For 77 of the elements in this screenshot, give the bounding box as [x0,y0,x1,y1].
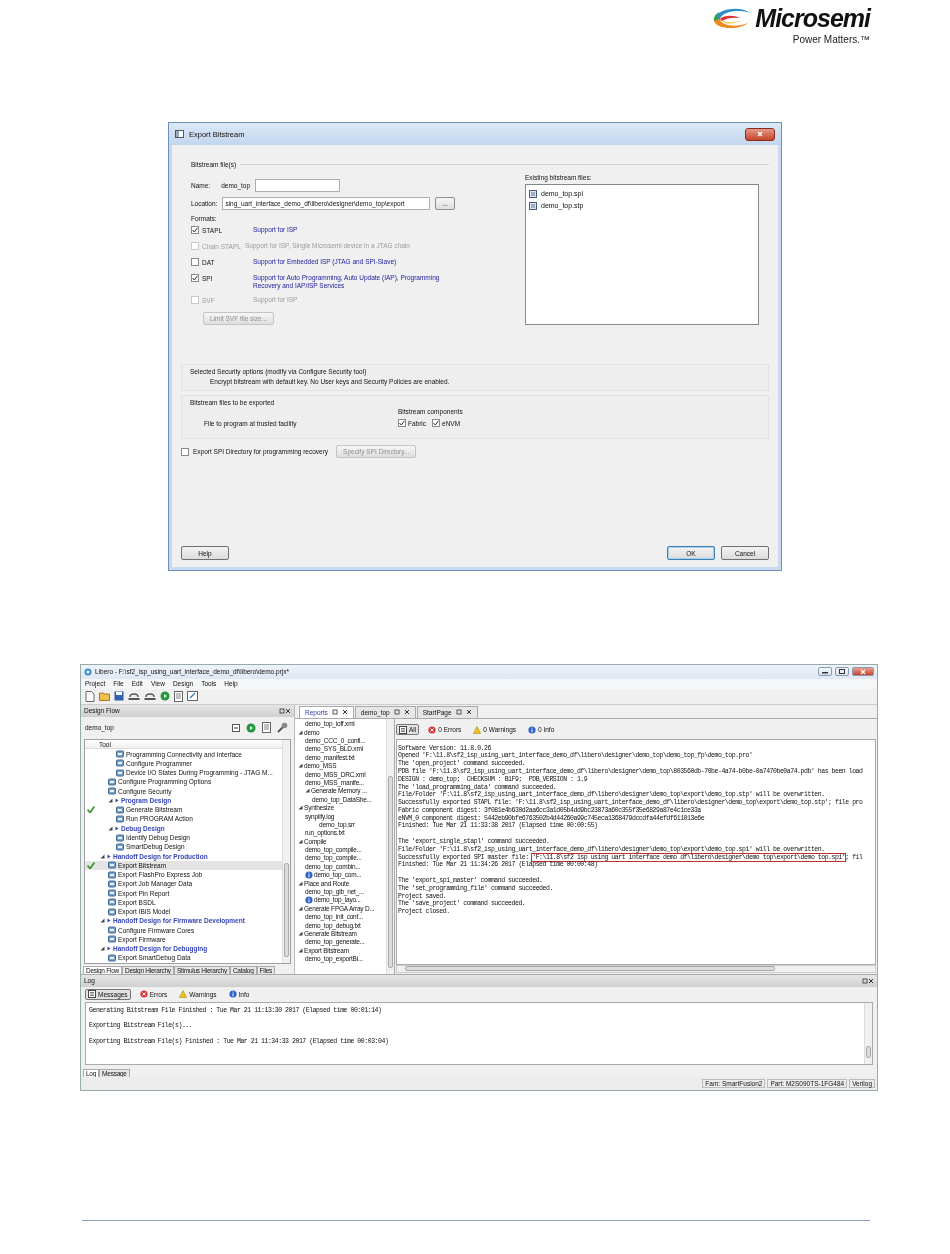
expand-arrow-icon[interactable] [298,880,303,886]
horizontal-scrollbar[interactable] [396,964,876,973]
warning-icon [179,990,188,998]
expand-arrow-icon[interactable] [108,825,113,831]
expand-arrow-icon[interactable] [298,930,303,936]
run-icon [246,722,256,733]
list-icon [88,990,96,998]
close-icon [341,709,348,715]
maximize-icon [839,669,845,675]
triangle-icon [107,918,111,924]
window-icon [175,130,184,138]
close-icon [860,668,866,675]
expand-arrow-icon[interactable] [298,947,303,953]
spi-directory-checkbox[interactable] [181,447,189,456]
redo-icon [144,691,156,702]
expand-arrow-icon[interactable] [100,946,105,952]
file-icon [529,201,537,210]
expand-arrow-icon[interactable] [298,838,303,844]
close-icon [285,707,291,714]
error-icon [428,725,437,734]
format-checkbox[interactable] [191,274,199,282]
folder-icon [99,691,110,702]
window-icon [187,691,198,702]
name-field[interactable] [255,178,341,192]
triangle-icon [115,797,119,803]
component-checkbox[interactable] [432,419,441,427]
wrench-icon [277,722,288,733]
pin-icon [455,709,462,715]
undo-icon [128,691,140,702]
list-icon [399,725,407,734]
maximize-button[interactable] [835,667,849,677]
triangle-icon [115,825,119,831]
expand-arrow-icon[interactable] [298,805,303,811]
warning-icon [473,725,482,734]
info-icon [528,725,536,734]
error-icon [139,990,148,998]
pin-icon [331,709,338,715]
scrollbar[interactable] [864,1002,872,1065]
format-checkbox[interactable] [191,226,199,234]
app-icon [84,667,92,676]
run-icon [160,691,170,702]
close-icon [868,977,874,984]
expand-arrow-icon[interactable] [100,918,105,924]
info-icon [228,990,237,998]
close-icon [465,709,472,715]
expand-arrow-icon[interactable] [108,797,113,803]
triangle-icon [107,853,111,859]
expand-arrow-icon[interactable] [305,788,310,794]
minimize-button[interactable] [818,667,832,677]
expand-arrow-icon[interactable] [298,763,303,769]
new-file-icon [85,690,95,702]
pin-icon [279,707,285,714]
minimize-icon [822,669,828,674]
file-icon [529,189,537,198]
pin-icon [862,977,868,984]
scrollbar[interactable] [282,739,290,963]
report-icon [262,722,271,733]
info-icon [305,870,313,879]
close-icon [403,709,410,715]
brand-name: Microsemi [755,4,870,32]
pin-icon [393,709,400,715]
close-button[interactable] [745,127,775,141]
tool-icon [108,953,116,962]
tagline: Power Matters.™ [792,34,870,45]
report-icon [174,690,183,702]
format-checkbox[interactable] [191,258,199,266]
close-button[interactable] [852,667,874,677]
triangle-icon [107,946,111,952]
expand-arrow-icon[interactable] [100,853,105,859]
close-icon [757,131,763,137]
info-icon [305,895,313,904]
scrollbar[interactable] [386,718,394,974]
expand-arrow-icon[interactable] [298,905,303,911]
component-checkbox[interactable] [398,419,406,427]
expand-arrow-icon[interactable] [298,729,303,735]
collapse-icon [232,723,240,732]
save-icon [114,691,124,702]
